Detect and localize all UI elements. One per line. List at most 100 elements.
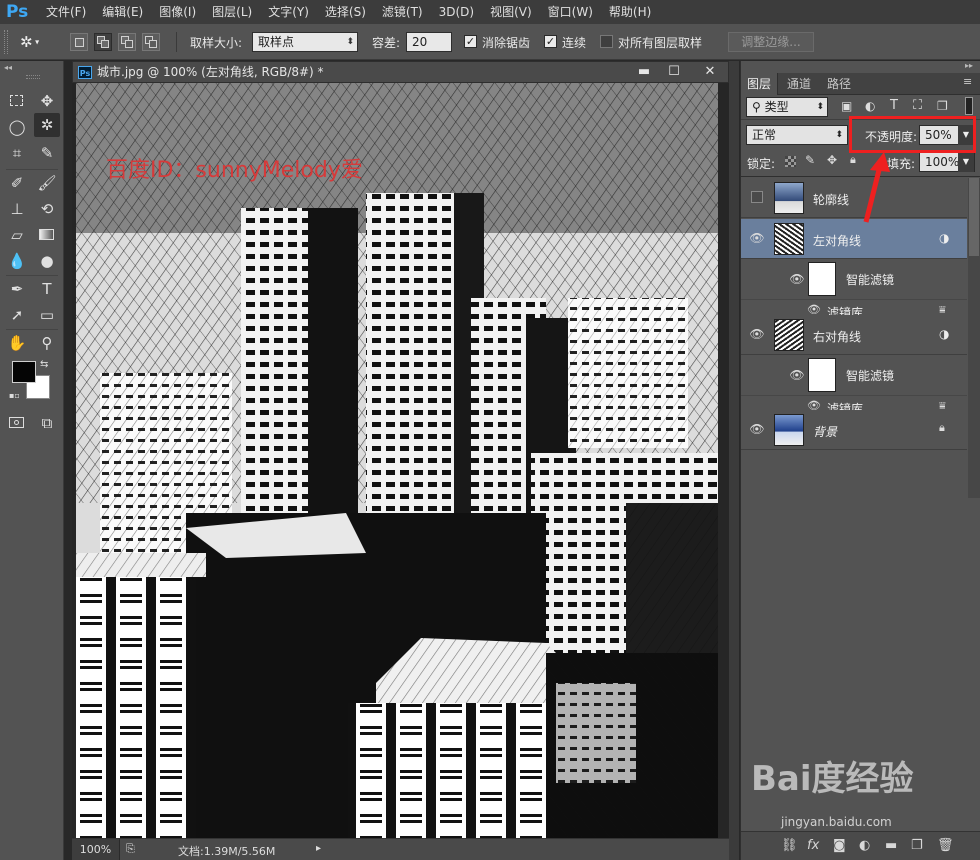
blur-tool-icon[interactable]: 💧 xyxy=(4,249,30,273)
quick-mask-icon[interactable] xyxy=(4,411,30,435)
menu-type[interactable]: 文字(Y) xyxy=(260,0,317,24)
filter-type-icon[interactable]: T xyxy=(890,98,898,113)
tolerance-input[interactable]: 20 xyxy=(406,32,452,52)
menu-edit[interactable]: 编辑(E) xyxy=(94,0,151,24)
filter-mask-thumbnail[interactable] xyxy=(808,262,836,296)
filter-adjustment-icon[interactable]: ◐ xyxy=(865,99,875,113)
layer-filter-dropdown[interactable]: ⚲ 类型 ⬍ xyxy=(746,97,828,117)
brush-tool-icon[interactable]: 🖌 xyxy=(34,171,60,195)
history-brush-tool-icon[interactable]: ⟲ xyxy=(34,197,60,221)
filter-smart-object-icon[interactable]: ❐ xyxy=(937,99,948,113)
menu-layer[interactable]: 图层(L) xyxy=(204,0,260,24)
healing-brush-tool-icon[interactable]: ✐ xyxy=(4,171,30,195)
gradient-tool-icon[interactable] xyxy=(34,223,60,247)
close-button[interactable]: ✕ xyxy=(695,64,725,80)
layer-row-outline[interactable]: 轮廓线 xyxy=(741,178,967,218)
smart-filter-row[interactable]: 👁︎ 智能滤镜 xyxy=(741,356,967,396)
new-layer-icon[interactable]: ❐ xyxy=(911,838,923,853)
link-layers-icon[interactable]: ⛓ xyxy=(781,838,798,853)
layer-row-background[interactable]: 👁︎ 背景 🔒︎ xyxy=(741,410,967,450)
chevron-down-icon[interactable]: ▼ xyxy=(958,152,974,172)
clone-stamp-tool-icon[interactable]: ⊥ xyxy=(4,197,30,221)
sample-all-layers-checkbox[interactable] xyxy=(600,35,613,48)
scrollbar-thumb[interactable] xyxy=(969,178,979,256)
lasso-tool-icon[interactable]: ◯ xyxy=(4,115,30,139)
foreground-color-swatch[interactable] xyxy=(12,361,36,383)
screen-mode-icon[interactable]: ⧉ xyxy=(34,411,60,435)
dodge-tool-icon[interactable]: ● xyxy=(34,249,60,273)
menu-3d[interactable]: 3D(D) xyxy=(431,0,482,24)
filter-mask-thumbnail[interactable] xyxy=(808,358,836,392)
menu-window[interactable]: 窗口(W) xyxy=(540,0,601,24)
add-selection-button[interactable] xyxy=(94,33,112,51)
tab-paths[interactable]: 路径 xyxy=(821,73,857,95)
filter-pixel-icon[interactable]: ▣ xyxy=(841,99,852,113)
zoom-tool-icon[interactable]: ⚲ xyxy=(34,331,60,355)
minimize-button[interactable]: ▬ xyxy=(629,64,659,80)
pen-tool-icon[interactable]: ✒ xyxy=(4,277,30,301)
menu-filter[interactable]: 滤镜(T) xyxy=(374,0,431,24)
eye-icon[interactable]: 👁︎ xyxy=(789,272,805,286)
collapse-panel-icon[interactable]: ▸▸ xyxy=(965,61,973,70)
lock-all-icon[interactable]: 🔒︎ xyxy=(850,153,856,167)
shape-tool-icon[interactable]: ▭ xyxy=(34,303,60,327)
menu-image[interactable]: 图像(I) xyxy=(151,0,204,24)
status-menu-arrow-icon[interactable]: ▸ xyxy=(316,843,321,854)
move-tool-icon[interactable]: ✥ xyxy=(34,89,60,113)
eye-icon[interactable]: 👁︎ xyxy=(749,231,765,245)
lock-position-icon[interactable]: ✥ xyxy=(827,153,837,167)
default-colors-icon[interactable]: ▪▫ xyxy=(9,391,20,400)
panel-menu-icon[interactable]: ≡ xyxy=(963,75,972,88)
layer-row-left-diagonal[interactable]: 👁︎ 左对角线 ◑ xyxy=(741,219,967,259)
export-icon[interactable]: ⎘ xyxy=(126,842,135,856)
collapse-icon[interactable]: ◂◂ xyxy=(4,63,12,72)
swap-colors-icon[interactable]: ⇆ xyxy=(40,359,48,370)
fill-input[interactable]: 100% ▼ xyxy=(919,152,975,172)
document-tab[interactable]: Ps 城市.jpg @ 100% (左对角线, RGB/8#) * xyxy=(73,62,324,84)
zoom-field[interactable]: 100% xyxy=(72,839,120,860)
eye-icon[interactable]: 👁︎ xyxy=(749,422,765,436)
delete-layer-icon[interactable]: 🗑︎ xyxy=(937,838,954,853)
intersect-selection-button[interactable] xyxy=(142,33,160,51)
layer-row-right-diagonal[interactable]: 👁︎ 右对角线 ◑ xyxy=(741,315,967,355)
magic-wand-preset-icon[interactable]: ✲ ▾ xyxy=(20,31,52,53)
fx-icon[interactable]: fx xyxy=(807,838,819,853)
magic-wand-tool-icon[interactable]: ✲ xyxy=(34,113,60,137)
contiguous-checkbox[interactable]: ✓ xyxy=(544,35,557,48)
type-tool-icon[interactable]: T xyxy=(34,277,60,301)
new-group-icon[interactable]: ▬ xyxy=(885,838,897,853)
lock-pixels-icon[interactable]: ✎ xyxy=(805,153,815,167)
blend-mode-dropdown[interactable]: 正常 ⬍ xyxy=(746,125,848,145)
eye-icon[interactable]: 👁︎ xyxy=(789,368,805,382)
tab-channels[interactable]: 通道 xyxy=(781,73,817,95)
filter-shape-icon[interactable]: ⛶ xyxy=(913,98,922,113)
lock-transparent-icon[interactable] xyxy=(785,156,796,167)
visibility-toggle-off[interactable] xyxy=(751,191,763,203)
divider xyxy=(6,329,58,330)
sample-size-dropdown[interactable]: 取样点 ⬍ xyxy=(252,32,358,52)
marquee-tool-icon[interactable] xyxy=(4,89,30,113)
eraser-tool-icon[interactable]: ▱ xyxy=(4,223,30,247)
menu-help[interactable]: 帮助(H) xyxy=(601,0,659,24)
smart-filter-row[interactable]: 👁︎ 智能滤镜 xyxy=(741,260,967,300)
canvas-image[interactable]: 百度ID：sunnyMelody爱 xyxy=(76,83,718,840)
new-selection-button[interactable] xyxy=(70,33,88,51)
subtract-selection-button[interactable] xyxy=(118,33,136,51)
tab-layers[interactable]: 图层 xyxy=(741,73,779,95)
hand-tool-icon[interactable]: ✋ xyxy=(4,331,30,355)
photoshop-logo: Ps xyxy=(6,2,29,22)
antialias-checkbox[interactable]: ✓ xyxy=(464,35,477,48)
filter-toggle[interactable] xyxy=(965,97,973,115)
eye-icon[interactable]: 👁︎ xyxy=(749,327,765,341)
refine-edge-button[interactable]: 调整边缘... xyxy=(728,32,814,52)
new-adjustment-icon[interactable]: ◐ xyxy=(859,838,870,853)
crop-tool-icon[interactable]: ⌗ xyxy=(4,141,30,165)
maximize-button[interactable]: ☐ xyxy=(659,64,689,80)
menu-select[interactable]: 选择(S) xyxy=(317,0,374,24)
layers-scrollbar[interactable] xyxy=(968,178,980,498)
path-selection-tool-icon[interactable]: ➚ xyxy=(4,303,30,327)
add-mask-icon[interactable]: ◙ xyxy=(833,838,846,853)
menu-file[interactable]: 文件(F) xyxy=(38,0,94,24)
eyedropper-tool-icon[interactable]: ✎ xyxy=(34,141,60,165)
menu-view[interactable]: 视图(V) xyxy=(482,0,540,24)
